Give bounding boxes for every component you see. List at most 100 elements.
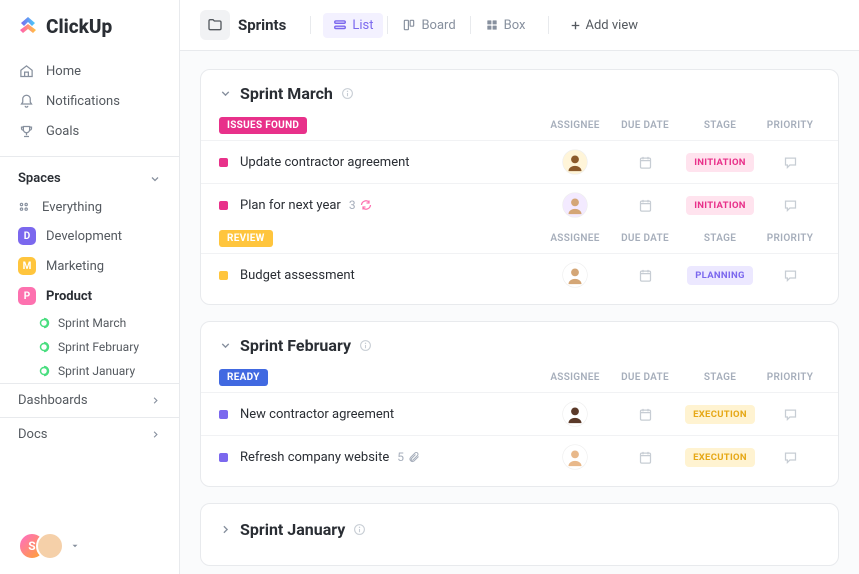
status-pill[interactable]: READY <box>219 369 268 386</box>
space-label: Marketing <box>46 259 104 274</box>
sprint-card: Sprint MarchISSUES FOUNDASSIGNEEDUE DATE… <box>200 69 839 305</box>
nav-goals[interactable]: Goals <box>0 116 179 146</box>
stage-pill: INITIATION <box>686 153 754 172</box>
cell-stage[interactable]: PLANNING <box>680 266 760 285</box>
spaces-list: DDevelopment M Marketing PProduct Sprint Mar… <box>0 221 179 383</box>
column-headers: ASSIGNEEDUE DATESTAGEPRIORITY <box>540 120 820 131</box>
cell-stage[interactable]: EXECUTION <box>680 448 760 467</box>
separator <box>470 16 471 34</box>
user-avatars[interactable]: S <box>18 532 64 560</box>
task-cells: INITIATION <box>540 192 820 218</box>
cell-priority[interactable] <box>760 268 820 283</box>
task-row[interactable]: Update contractor agreementINITIATION <box>201 140 838 183</box>
task-name: Plan for next year <box>240 198 341 213</box>
sprint-header[interactable]: Sprint January <box>201 520 838 549</box>
sprint-link[interactable]: Sprint March <box>20 311 179 335</box>
nav-dashboards[interactable]: Dashboards <box>0 383 179 417</box>
space-item[interactable]: PProduct <box>0 281 179 311</box>
brand-logo[interactable]: ClickUp <box>0 0 179 52</box>
col-stage: STAGE <box>680 233 760 244</box>
sprint-label: Sprint January <box>58 364 135 378</box>
view-tab-box[interactable]: Box <box>475 13 536 38</box>
trophy-icon <box>18 123 34 139</box>
task-row[interactable]: Refresh company website 5 EXECUTION <box>201 435 838 478</box>
col-due: DUE DATE <box>610 233 680 244</box>
spaces-header[interactable]: Spaces <box>0 163 179 194</box>
status-pill[interactable]: ISSUES FOUND <box>219 117 307 134</box>
cell-assignee[interactable] <box>540 262 610 288</box>
sprint-header[interactable]: Sprint February <box>201 336 838 365</box>
nav-label: Home <box>46 64 81 79</box>
cell-due[interactable] <box>610 198 680 213</box>
folder-button[interactable] <box>200 10 230 40</box>
sprint-label: Sprint February <box>58 340 139 354</box>
task-comments[interactable]: 3 <box>349 198 372 212</box>
cell-assignee[interactable] <box>540 444 610 470</box>
nav-notifications[interactable]: Notifications <box>0 86 179 116</box>
cell-priority[interactable] <box>760 407 820 422</box>
col-priority: PRIORITY <box>760 233 820 244</box>
cell-assignee[interactable] <box>540 401 610 427</box>
task-name: Refresh company website <box>240 450 389 465</box>
info-icon <box>359 339 372 352</box>
task-row[interactable]: Plan for next year 3 INITIATION <box>201 183 838 226</box>
cell-due[interactable] <box>610 450 680 465</box>
sprint-header[interactable]: Sprint March <box>201 84 838 113</box>
cell-stage[interactable]: INITIATION <box>680 196 760 215</box>
space-badge: M <box>18 257 36 275</box>
cell-due[interactable] <box>610 155 680 170</box>
tab-label: List <box>352 18 373 33</box>
caret-down-icon[interactable] <box>70 541 80 551</box>
avatar <box>562 262 588 288</box>
task-row[interactable]: Budget assessmentPLANNING <box>201 253 838 296</box>
chevron-right-icon <box>150 429 161 440</box>
add-view-button[interactable]: Add view <box>561 13 647 38</box>
view-tab-board[interactable]: Board <box>392 13 465 38</box>
stage-pill: INITIATION <box>686 196 754 215</box>
nav-label: Goals <box>46 124 79 139</box>
task-cells: EXECUTION <box>540 444 820 470</box>
space-badge: D <box>18 227 36 245</box>
task-row[interactable]: New contractor agreementEXECUTION <box>201 392 838 435</box>
space-label: Product <box>46 289 92 304</box>
col-assignee: ASSIGNEE <box>540 372 610 383</box>
cell-priority[interactable] <box>760 155 820 170</box>
status-pill[interactable]: REVIEW <box>219 230 273 247</box>
board-view-icon <box>402 18 416 32</box>
sprint-link[interactable]: Sprint February <box>20 335 179 359</box>
space-everything[interactable]: Everything <box>0 194 179 221</box>
content-area: Sprint MarchISSUES FOUNDASSIGNEEDUE DATE… <box>180 51 859 574</box>
task-attachments[interactable]: 5 <box>397 450 420 464</box>
nav-home[interactable]: Home <box>0 56 179 86</box>
divider <box>0 156 179 157</box>
sprint-title: Sprint January <box>240 520 345 539</box>
task-cells: INITIATION <box>540 149 820 175</box>
sprint-link[interactable]: Sprint January <box>20 359 179 383</box>
separator <box>548 16 549 34</box>
nav-label: Dashboards <box>18 393 88 408</box>
cell-priority[interactable] <box>760 198 820 213</box>
nav-docs[interactable]: Docs <box>0 417 179 451</box>
add-view-label: Add view <box>586 18 639 33</box>
task-status-dot <box>219 271 228 280</box>
nav-primary: Home Notifications Goals <box>0 52 179 150</box>
cell-priority[interactable] <box>760 450 820 465</box>
cell-assignee[interactable] <box>540 149 610 175</box>
cell-stage[interactable]: INITIATION <box>680 153 760 172</box>
space-item[interactable]: M Marketing <box>0 251 179 281</box>
bell-icon <box>18 93 34 109</box>
sidebar: ClickUp Home Notifications Goals Spaces … <box>0 0 180 574</box>
space-item[interactable]: DDevelopment <box>0 221 179 251</box>
cell-assignee[interactable] <box>540 192 610 218</box>
chevron-icon <box>219 523 232 536</box>
view-tabs: List Board Box <box>323 13 535 38</box>
cell-due[interactable] <box>610 268 680 283</box>
sprint-label: Sprint March <box>58 316 126 330</box>
task-cells: EXECUTION <box>540 401 820 427</box>
col-stage: STAGE <box>680 372 760 383</box>
cell-due[interactable] <box>610 407 680 422</box>
view-tab-list[interactable]: List <box>323 13 383 38</box>
col-assignee: ASSIGNEE <box>540 120 610 131</box>
cell-stage[interactable]: EXECUTION <box>680 405 760 424</box>
main-region: Sprints ListBoardBox Add view Sprint Mar… <box>180 0 859 574</box>
